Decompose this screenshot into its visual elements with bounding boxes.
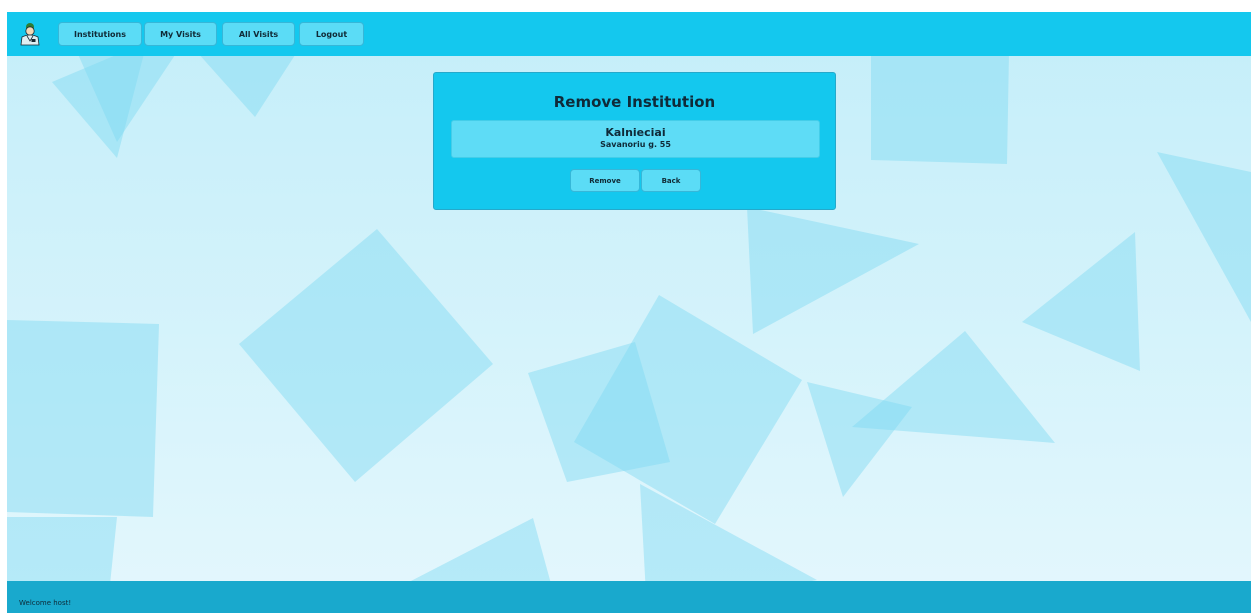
remove-institution-card: Remove Institution Kalnieciai Savanoriu …	[433, 72, 836, 210]
institution-address: Savanoriu g. 55	[600, 140, 671, 149]
institution-info-box: Kalnieciai Savanoriu g. 55	[451, 120, 820, 158]
card-title: Remove Institution	[553, 93, 716, 111]
nav-logout-button[interactable]: Logout	[299, 22, 364, 46]
footer-bar: Welcome host!	[7, 581, 1251, 613]
back-button[interactable]: Back	[641, 169, 701, 192]
remove-button[interactable]: Remove	[570, 169, 640, 192]
nav-my-visits-button[interactable]: My Visits	[144, 22, 217, 46]
doctor-user-icon[interactable]	[18, 21, 42, 47]
top-nav-bar: Institutions My Visits All Visits Logout	[7, 12, 1251, 56]
nav-institutions-button[interactable]: Institutions	[58, 22, 142, 46]
welcome-text: Welcome host!	[19, 599, 72, 607]
page-background: Institutions My Visits All Visits Logout…	[7, 12, 1251, 613]
nav-all-visits-button[interactable]: All Visits	[222, 22, 295, 46]
institution-name: Kalnieciai	[605, 126, 666, 139]
